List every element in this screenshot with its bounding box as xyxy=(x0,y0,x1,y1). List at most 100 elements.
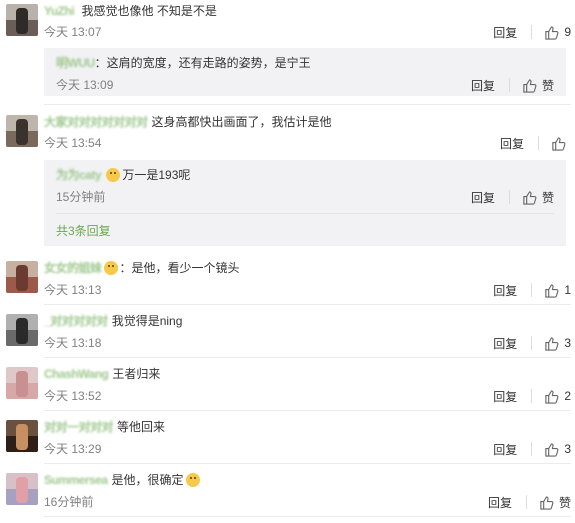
like-count: 9 xyxy=(564,25,571,39)
thumbs-up-icon xyxy=(545,389,559,404)
username-link[interactable]: ChashWang xyxy=(44,366,109,382)
like-button[interactable] xyxy=(551,136,571,151)
reply-button[interactable]: 回复 xyxy=(500,135,524,152)
thumbs-up-icon xyxy=(552,136,566,151)
thumbs-up-icon xyxy=(545,283,559,298)
reply-box: 为为caty 万一是193呢 15分钟前 回复 赞 共3条回复 xyxy=(44,160,566,246)
avatar[interactable] xyxy=(6,420,38,452)
avatar[interactable] xyxy=(6,115,38,147)
like-button[interactable]: 赞 xyxy=(539,494,571,511)
reply-button[interactable]: 回复 xyxy=(493,282,517,299)
comment-item: 女女的姐妹 ：是他，看少一个镜头 今天 13:13 回复 1 xyxy=(0,258,575,304)
like-count: 3 xyxy=(564,442,571,456)
avatar[interactable] xyxy=(6,367,38,399)
reply-button[interactable]: 回复 xyxy=(471,77,495,94)
comment-time: 今天 13:13 xyxy=(44,283,102,297)
avatar[interactable] xyxy=(6,314,38,346)
divider xyxy=(56,213,554,214)
like-label: 赞 xyxy=(558,495,571,510)
comment-actions: 回复 赞 xyxy=(488,494,571,510)
action-divider xyxy=(531,389,533,403)
divider xyxy=(44,304,571,305)
username-link[interactable]: 对对一对对对 xyxy=(44,419,114,435)
reply-button[interactable]: 回复 xyxy=(493,335,517,352)
divider xyxy=(44,357,571,358)
action-divider xyxy=(538,136,539,150)
thumbs-up-icon xyxy=(545,442,559,457)
like-button[interactable]: 9 xyxy=(544,25,571,40)
username-link[interactable]: 明WUU xyxy=(56,55,95,71)
reply-button[interactable]: 回复 xyxy=(493,24,517,41)
like-button[interactable]: 1 xyxy=(544,283,571,298)
username-link[interactable]: YuZhi xyxy=(44,3,75,19)
comment-actions: 回复 3 xyxy=(493,335,571,351)
like-button[interactable]: 赞 xyxy=(522,189,554,206)
like-count: 3 xyxy=(564,336,571,350)
like-label: 赞 xyxy=(541,78,554,93)
like-button[interactable]: 2 xyxy=(544,389,571,404)
comment-actions: 回复 3 xyxy=(493,441,571,457)
comment-text: 等他回来 xyxy=(117,420,166,434)
comment-item: _对对对对对 我觉得是ning 今天 13:18 回复 3 xyxy=(0,311,575,357)
reply-button[interactable]: 回复 xyxy=(493,388,517,405)
comment-time: 今天 13:18 xyxy=(44,336,102,350)
comment-time: 今天 13:54 xyxy=(44,136,102,150)
comment-text: 我觉得是ning xyxy=(111,314,183,328)
username-link[interactable]: 为为caty xyxy=(56,167,102,183)
action-divider xyxy=(531,336,533,350)
comment-item: YuZhi 我感觉也像他 不知是不是 今天 13:07 回复 9 xyxy=(0,0,575,46)
thumbs-up-icon xyxy=(545,25,559,40)
comment-time: 16分钟前 xyxy=(44,495,94,509)
comment-actions: 回复 2 xyxy=(493,388,571,404)
reply-text: ：这肩的宽度，还有走路的姿势，是宁王 xyxy=(94,56,311,70)
reply-text: 万一是193呢 xyxy=(122,168,191,182)
divider xyxy=(44,104,571,105)
avatar[interactable] xyxy=(6,473,38,505)
reply-button[interactable]: 回复 xyxy=(493,441,517,458)
divider xyxy=(44,516,571,517)
reply-actions: 回复 赞 xyxy=(471,77,554,93)
emoji-icon xyxy=(103,261,118,275)
username-link[interactable]: _对对对对对 xyxy=(44,313,108,329)
like-button[interactable]: 3 xyxy=(544,442,571,457)
reply-time: 15分钟前 xyxy=(56,190,106,204)
username-link[interactable]: Summersea xyxy=(44,472,108,488)
comment-actions: 回复 1 xyxy=(493,282,571,298)
username-link[interactable]: 女女的姐妹 xyxy=(44,260,102,276)
comment-text: 我感觉也像他 不知是不是 xyxy=(81,4,217,18)
smiley-emoji-icon xyxy=(106,168,121,182)
reply-actions: 回复 赞 xyxy=(471,189,554,205)
laughing-emoji-icon xyxy=(185,473,200,487)
action-divider xyxy=(508,190,510,204)
comment-text: ：是他，看少一个镜头 xyxy=(119,261,240,275)
comment-text: 王者归来 xyxy=(112,367,161,381)
comment-actions: 回复 xyxy=(500,135,571,151)
thumbs-up-icon xyxy=(523,78,537,93)
avatar[interactable] xyxy=(6,261,38,293)
reply-button[interactable]: 回复 xyxy=(471,189,495,206)
comment-actions: 回复 9 xyxy=(493,24,571,40)
comment-item: 对对一对对对 等他回来 今天 13:29 回复 3 xyxy=(0,417,575,463)
comment-time: 今天 13:52 xyxy=(44,389,102,403)
action-divider xyxy=(531,283,533,297)
action-divider xyxy=(525,495,527,509)
comment-item: 大家对对对对对对对 这身高都快出画面了，我估计是他 今天 13:54 回复 xyxy=(0,112,575,158)
avatar[interactable] xyxy=(6,4,38,36)
like-label: 赞 xyxy=(541,190,554,205)
comment-item: ChashWang 王者归来 今天 13:52 回复 2 xyxy=(0,364,575,410)
thumbs-up-icon xyxy=(540,495,554,510)
like-count: 2 xyxy=(564,389,571,403)
reply-time: 今天 13:09 xyxy=(56,78,114,92)
thumbs-up-icon xyxy=(523,190,537,205)
action-divider xyxy=(508,78,510,92)
like-button[interactable]: 3 xyxy=(544,336,571,351)
like-count: 1 xyxy=(564,283,571,297)
comment-text: 是他，很确定 xyxy=(111,473,184,487)
reply-box: 明WUU：这肩的宽度，还有走路的姿势，是宁王 今天 13:09 回复 赞 xyxy=(44,48,566,96)
username-link[interactable]: 大家对对对对对对对 xyxy=(44,114,148,130)
reply-button[interactable]: 回复 xyxy=(488,494,512,511)
action-divider xyxy=(531,442,533,456)
more-replies-link[interactable]: 共3条回复 xyxy=(56,222,111,239)
action-divider xyxy=(531,25,533,39)
like-button[interactable]: 赞 xyxy=(522,77,554,94)
